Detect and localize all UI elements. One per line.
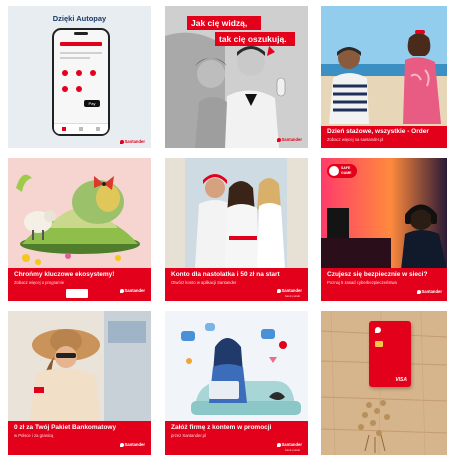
santander-flame-icon <box>416 289 421 294</box>
santander-logo: Santander <box>119 139 145 144</box>
santander-flame-icon <box>119 139 124 144</box>
business-caption: Załóż firmę z kontem w promocji <box>171 424 272 431</box>
santander-flame-icon <box>276 288 281 293</box>
santander-logo: Santander <box>119 442 145 447</box>
santander-flame-icon <box>119 288 124 293</box>
scam-headline-1: Jak cię widzą, <box>191 18 248 28</box>
santander-sub: bank polski <box>284 294 300 298</box>
eco-caption: Chrońmy kluczowe ekosystemy! <box>14 271 115 278</box>
santander-flame-icon <box>276 137 281 142</box>
gaming-caption: Czujesz się bezpiecznie w sieci? <box>327 271 428 278</box>
hat-caption: 0 zł za Twój Pakiet Bankomatowy <box>14 424 117 431</box>
tile-autopay[interactable]: Dzięki Autopay Pay Santander <box>8 6 151 148</box>
tile-hat[interactable]: 0 zł za Twój Pakiet Bankomatowy w Polsce… <box>8 311 151 455</box>
order-caption: Dzień stażowe, wszystkie - Order <box>327 128 429 135</box>
santander-flame-icon <box>119 442 124 447</box>
eco-subcaption: Zobacz więcej o programie <box>14 280 65 285</box>
safe-game-label: SAFE GAME <box>341 166 352 175</box>
card-brand: VISA <box>395 377 407 383</box>
santander-logo: Santander <box>276 288 302 293</box>
business-subcaption: przez Santander.pl <box>171 433 206 438</box>
credit-card: VISA <box>369 321 411 387</box>
santander-logo: Santander <box>276 442 302 447</box>
santander-flame-icon <box>276 442 281 447</box>
safe-game-badge: SAFE GAME <box>327 164 357 178</box>
teens-caption: Konto dla nastolatka i 50 zł na start <box>171 271 280 278</box>
hat-subcaption: w Polsce i za granicą <box>14 433 54 438</box>
tile-order[interactable]: Dzień stażowe, wszystkie - Order Zobacz … <box>321 6 447 148</box>
scam-headline-2: tak cię oszukują. <box>219 34 287 44</box>
partner-logo <box>66 289 88 298</box>
tile-autopay-title: Dzięki Autopay <box>52 14 107 23</box>
phone-pay-button: Pay <box>84 100 100 107</box>
tile-card[interactable]: VISA <box>321 311 447 455</box>
gaming-subcaption: Poznaj 5 zasad cyberbezpieczeństwa <box>327 280 397 285</box>
order-subcaption: Zobacz więcej na santander.pl <box>327 137 384 142</box>
tile-business[interactable]: Załóż firmę z kontem w promocji przez Sa… <box>165 311 308 455</box>
santander-logo: Santander <box>416 289 442 294</box>
teens-subcaption: Otwórz konto w aplikacji Santander <box>171 280 237 285</box>
santander-sub: bank polski <box>284 448 300 452</box>
tile-scam[interactable]: Jak cię widzą, tak cię oszukują. Santand… <box>165 6 308 148</box>
tile-gaming[interactable]: SAFE GAME Czujesz się bezpiecznie w siec… <box>321 158 447 301</box>
santander-logo: Santander <box>276 137 302 142</box>
tile-eco[interactable]: Chrońmy kluczowe ekosystemy! Zobacz więc… <box>8 158 151 301</box>
tile-teens[interactable]: Konto dla nastolatka i 50 zł na start Ot… <box>165 158 308 301</box>
santander-logo: Santander <box>119 288 145 293</box>
phone: Pay <box>52 28 110 136</box>
